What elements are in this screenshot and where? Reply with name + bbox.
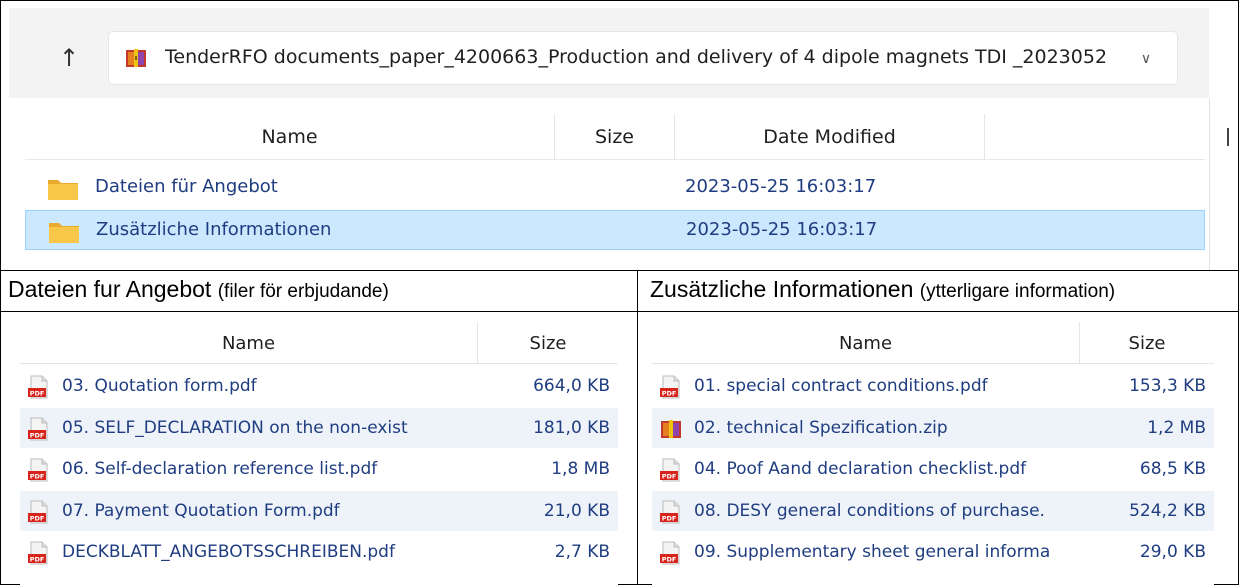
file-row[interactable]: 02. technical Spezification.zip 1,2 MB [652,407,1214,448]
pdf-icon: PDF [28,458,50,482]
file-name: 07. Payment Quotation Form.pdf [62,500,340,521]
folder-row[interactable]: Dateien für Angebot 2023-05-25 16:03:17 [25,168,1205,208]
pdf-icon: PDF [660,458,682,482]
column-header-name[interactable]: Name [25,114,555,160]
folder-icon [48,180,78,200]
file-row[interactable]: PDF DECKBLATT_ANGEBOTSSCHREIBEN.pdf 2,7 KB [20,532,618,573]
address-field[interactable]: TenderRFO documents_paper_4200663_Produc… [109,32,1177,84]
file-row[interactable]: PDF 07. Payment Quotation Form.pdf 21,0 KB [20,490,618,531]
svg-text:PDF: PDF [30,473,45,481]
pdf-icon: PDF [28,375,50,399]
file-row[interactable]: PDF 03. Quotation form.pdf 664,0 KB [20,366,618,407]
svg-text:PDF: PDF [30,514,45,522]
section-title-text: Dateien fur Angebot [8,276,212,302]
up-arrow-icon[interactable]: ↑ [49,38,89,78]
divider-line [0,270,1239,271]
pane-divider [1209,98,1210,270]
right-file-pane: Name Size PDF 01. special contract condit… [652,322,1214,585]
address-path: TenderRFO documents_paper_4200663_Produc… [165,46,1108,68]
svg-text:PDF: PDF [30,431,45,439]
file-name: 06. Self-declaration reference list.pdf [62,459,378,479]
file-size: 181,0 KB [533,417,610,438]
file-name: 05. SELF_DECLARATION on the non-exist [62,417,408,438]
pdf-icon: PDF [660,375,682,399]
folder-name: Dateien für Angebot [95,176,278,197]
folder-name: Zusätzliche Informationen [96,219,332,240]
column-header-empty [985,114,1205,160]
file-name: 02. technical Spezification.zip [694,417,948,438]
file-name: 08. DESY general conditions of purchase. [694,500,1045,521]
pdf-icon: PDF [28,417,50,441]
file-size: 524,2 KB [1129,500,1206,521]
pdf-icon: PDF [660,541,682,565]
column-header-size[interactable]: Size [478,322,618,364]
section-title-left: Dateien fur Angebot (filer för erbjudand… [8,276,389,303]
archive-icon [126,49,146,67]
address-bar-area: ↑ TenderRFO documents_paper_4200663_Prod… [9,8,1209,98]
explorer-window: ↑ TenderRFO documents_paper_4200663_Prod… [9,8,1238,270]
file-size: 2,7 KB [554,542,610,562]
column-header-date-modified[interactable]: Date Modified [675,114,985,160]
file-size: 1,8 MB [551,459,610,479]
file-list: Name Size Date Modified Dateien für Ange… [9,98,1238,270]
file-row[interactable]: PDF 04. Poof Aand declaration checklist.p… [652,449,1214,490]
file-size: 664,0 KB [533,376,610,396]
folder-date: 2023-05-25 16:03:17 [686,219,878,240]
scrollbar-handle[interactable] [1227,128,1229,146]
svg-text:PDF: PDF [662,514,677,522]
divider-line [0,311,1239,312]
column-header-size[interactable]: Size [1080,322,1214,364]
folder-date: 2023-05-25 16:03:17 [685,176,877,197]
file-name: DECKBLATT_ANGEBOTSSCHREIBEN.pdf [62,542,395,562]
column-header-name[interactable]: Name [20,322,478,364]
file-row[interactable]: PDF 01. special contract conditions.pdf 15… [652,366,1214,407]
section-title-text: Zusätzliche Informationen [650,276,914,302]
file-size: 1,2 MB [1147,417,1206,438]
svg-text:PDF: PDF [662,556,677,564]
file-name: 03. Quotation form.pdf [62,376,257,396]
column-header-name[interactable]: Name [652,322,1080,364]
column-header-size[interactable]: Size [555,114,675,160]
file-name: 09. Supplementary sheet general informa [694,542,1051,562]
left-file-pane: Name Size PDF 03. Quotation form.pdf 664,0… [20,322,618,585]
pdf-icon: PDF [28,541,50,565]
svg-text:PDF: PDF [662,390,677,398]
chevron-down-icon[interactable]: ∨ [1131,44,1161,74]
folder-icon [49,223,79,243]
svg-text:PDF: PDF [30,556,45,564]
file-name: 01. special contract conditions.pdf [694,376,988,396]
file-name: 04. Poof Aand declaration checklist.pdf [694,459,1027,479]
svg-text:PDF: PDF [662,473,677,481]
file-row[interactable]: PDF 08. DESY general conditions of purcha… [652,490,1214,531]
section-subtitle: (ytterligare information) [919,281,1116,302]
archive-icon [660,417,682,441]
file-size: 68,5 KB [1139,459,1206,479]
file-size: 153,3 KB [1129,376,1206,396]
file-row[interactable]: PDF 06. Self-declaration reference list.p… [20,449,618,490]
file-size: 29,0 KB [1139,542,1206,562]
column-headers: Name Size Date Modified [25,114,1205,160]
divider-line [637,270,638,585]
pdf-icon: PDF [660,500,682,524]
file-size: 21,0 KB [543,500,610,521]
section-subtitle: (filer för erbjudande) [217,281,389,302]
section-title-right: Zusätzliche Informationen (ytterligare i… [650,276,1115,303]
file-row[interactable]: PDF 05. SELF_DECLARATION on the non-exist… [20,407,618,448]
svg-text:PDF: PDF [30,390,45,398]
folder-row-selected[interactable]: Zusätzliche Informationen 2023-05-25 16:… [25,210,1205,250]
column-headers: Name Size [652,322,1214,364]
file-row[interactable]: PDF 09. Supplementary sheet general infor… [652,532,1214,573]
pdf-icon: PDF [28,500,50,524]
column-headers: Name Size [20,322,618,364]
